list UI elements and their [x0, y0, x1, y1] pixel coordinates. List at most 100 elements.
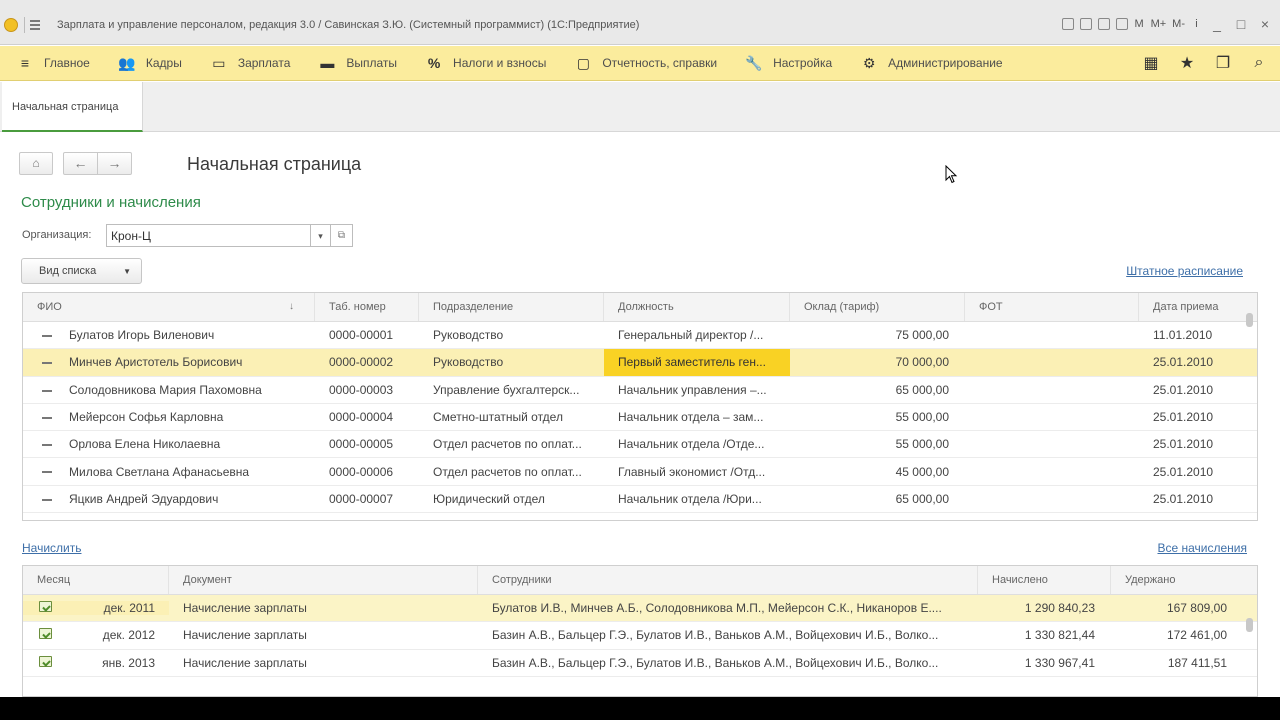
org-dropdown-button[interactable]: ▾ [311, 224, 331, 247]
main-menu-icon[interactable] [30, 20, 40, 30]
cell-emps: Базин А.В., Бальцер Г.Э., Булатов И.В., … [492, 628, 939, 643]
memory-plus-button[interactable]: М+ [1151, 18, 1167, 30]
table-row[interactable]: дек. 2012 Начисление зарплаты Базин А.В., … [23, 622, 1257, 650]
menu-lines-icon: ≡ [20, 55, 30, 71]
all-accruals-link[interactable]: Все начисления [1157, 541, 1247, 555]
col-header-month[interactable]: Месяц [23, 566, 169, 594]
posted-document-icon [39, 601, 52, 613]
staff-schedule-link[interactable]: Штатное расписание [1126, 264, 1243, 278]
table-row[interactable]: дек. 2011 Начисление зарплаты Булатов И.В.… [23, 595, 1257, 623]
col-header-position[interactable]: Должность [604, 293, 790, 321]
notes-icon[interactable] [1061, 18, 1074, 30]
cell-accrued: 1 290 840,23 [1024, 601, 1095, 616]
cell-pos: Начальник отдела /Юри... [618, 491, 762, 506]
scrollbar-thumb[interactable] [1246, 618, 1253, 632]
row-state-icon [42, 334, 52, 337]
col-header-name[interactable]: ФИО ↓ [23, 293, 315, 321]
section-taxes[interactable]: % Налоги и взносы [425, 55, 547, 71]
section-settings[interactable]: 🔧 Настройка [745, 55, 832, 71]
section-label: Кадры [145, 56, 182, 70]
page-title: Начальная страница [187, 154, 362, 174]
section-admin[interactable]: ⚙ Администрирование [860, 54, 1003, 71]
org-input[interactable]: Крон-Ц [106, 224, 311, 247]
cell-tab: 0000-00001 [329, 328, 394, 343]
home-button[interactable]: ⌂ [19, 152, 53, 175]
cell-month: янв. 2013 [23, 655, 169, 670]
star-icon[interactable]: ★ [1176, 53, 1198, 73]
section-hr[interactable]: 👥 Кадры [118, 55, 182, 71]
open-tabs-bar: Начальная страница [0, 82, 1280, 132]
section-salary[interactable]: ▭ Зарплата [210, 54, 291, 71]
back-button[interactable]: ← [63, 152, 98, 175]
row-state-icon [42, 444, 52, 447]
posted-document-icon [39, 628, 52, 640]
cell-text: Мейерсон Софья Карловна [69, 410, 224, 425]
col-header-salary[interactable]: Оклад (тариф) [790, 293, 965, 321]
cell-date: 25.01.2010 [1153, 382, 1214, 397]
calculate-link[interactable]: Начислить [22, 541, 81, 555]
search-icon[interactable]: ⌕ [1248, 54, 1270, 72]
grid-menu-icon[interactable]: ▦ [1140, 53, 1162, 73]
table-row[interactable]: Солодовникова Мария Пахомовна 0000-00003 У… [23, 377, 1257, 404]
accruals-table: Месяц Документ Сотрудники Начислено Удер… [22, 565, 1258, 697]
table-header: ФИО ↓ Таб. номер Подразделение Должность … [23, 293, 1257, 322]
cell-text: дек. 2011 [103, 601, 155, 616]
table-row[interactable]: Милова Светлана Афанасьевна 0000-00006 Отд… [23, 458, 1257, 486]
memory-minus-button[interactable]: М- [1172, 18, 1185, 30]
favorites-icon[interactable] [1097, 18, 1110, 30]
cell-date: 25.01.2010 [1153, 464, 1214, 479]
cell-salary: 45 000,00 [895, 464, 949, 479]
col-header-employees[interactable]: Сотрудники [478, 566, 978, 594]
cell-pos: Начальник отдела /Отде... [618, 437, 765, 452]
cell-dept: Сметно-штатный отдел [433, 410, 563, 425]
table-header: Месяц Документ Сотрудники Начислено Удер… [23, 566, 1257, 595]
col-header-fot[interactable]: ФОТ [965, 293, 1139, 321]
section-main[interactable]: ≡ Главное [16, 55, 90, 71]
money-icon: ▭ [212, 54, 226, 71]
cell-dept: Юридический отдел [433, 491, 545, 506]
table-row[interactable]: Мейерсон Софья Карловна 0000-00004 Сметно-… [23, 404, 1257, 432]
cell-tab: 0000-00006 [329, 464, 394, 479]
section-label: Зарплата [237, 56, 291, 70]
maximize-button[interactable]: □ [1232, 16, 1250, 32]
table-row[interactable]: Булатов Игорь Виленович 0000-00001 Руковод… [23, 322, 1257, 350]
section-reports[interactable]: ▢ Отчетность, справки [574, 55, 717, 71]
table-row[interactable]: Минчев Аристотель Борисович 0000-00002 Рук… [23, 349, 1257, 377]
chevron-down-icon: ▼ [123, 267, 131, 276]
cell-tab: 0000-00007 [329, 491, 394, 506]
row-state-icon [42, 416, 52, 419]
cell-tab: 0000-00005 [329, 437, 394, 452]
col-header-withheld[interactable]: Удержано [1111, 566, 1243, 594]
list-view-button[interactable]: Вид списка ▼ [21, 258, 142, 284]
minimize-button[interactable]: _ [1208, 16, 1226, 32]
calc-icon[interactable] [1115, 18, 1128, 30]
cell-tab: 0000-00002 [329, 355, 394, 370]
table-row[interactable]: янв. 2013 Начисление зарплаты Базин А.В., … [23, 650, 1257, 677]
col-header-document[interactable]: Документ [169, 566, 478, 594]
org-label: Организация: [22, 229, 92, 241]
org-open-button[interactable]: ⧉ [331, 224, 353, 247]
col-header-dept[interactable]: Подразделение [419, 293, 604, 321]
copy-icon[interactable]: ❐ [1212, 53, 1234, 73]
info-icon[interactable]: i [1191, 18, 1202, 30]
cell-pos: Начальник отдела – зам... [618, 410, 764, 425]
col-header-accrued[interactable]: Начислено [978, 566, 1111, 594]
close-button[interactable]: × [1256, 16, 1274, 32]
tab-home[interactable]: Начальная страница [2, 82, 143, 132]
cell-emps: Булатов И.В., Минчев А.Б., Солодовникова… [492, 601, 942, 616]
forward-button[interactable]: → [97, 152, 132, 175]
col-header-hire-date[interactable]: Дата приема [1139, 293, 1257, 321]
scrollbar-thumb[interactable] [1246, 313, 1253, 327]
table-row[interactable]: Орлова Елена Николаевна 0000-00005 Отдел р… [23, 431, 1257, 459]
cell-accrued: 1 330 967,41 [1024, 655, 1095, 670]
section-label: Главное [44, 56, 90, 70]
history-icon[interactable] [1079, 18, 1092, 30]
section-payments[interactable]: ▬ Выплаты [318, 55, 397, 71]
gear-icon: ⚙ [862, 54, 876, 71]
cell-name: Солодовникова Мария Пахомовна [23, 383, 315, 397]
col-header-tab[interactable]: Таб. номер [315, 293, 419, 321]
cell-salary: 65 000,00 [895, 382, 949, 397]
memory-m-button[interactable]: М [1134, 18, 1145, 30]
cell-text: янв. 2013 [102, 655, 155, 670]
table-row[interactable]: Яцкив Андрей Эдуардович 0000-00007 Юридиче… [23, 486, 1257, 514]
